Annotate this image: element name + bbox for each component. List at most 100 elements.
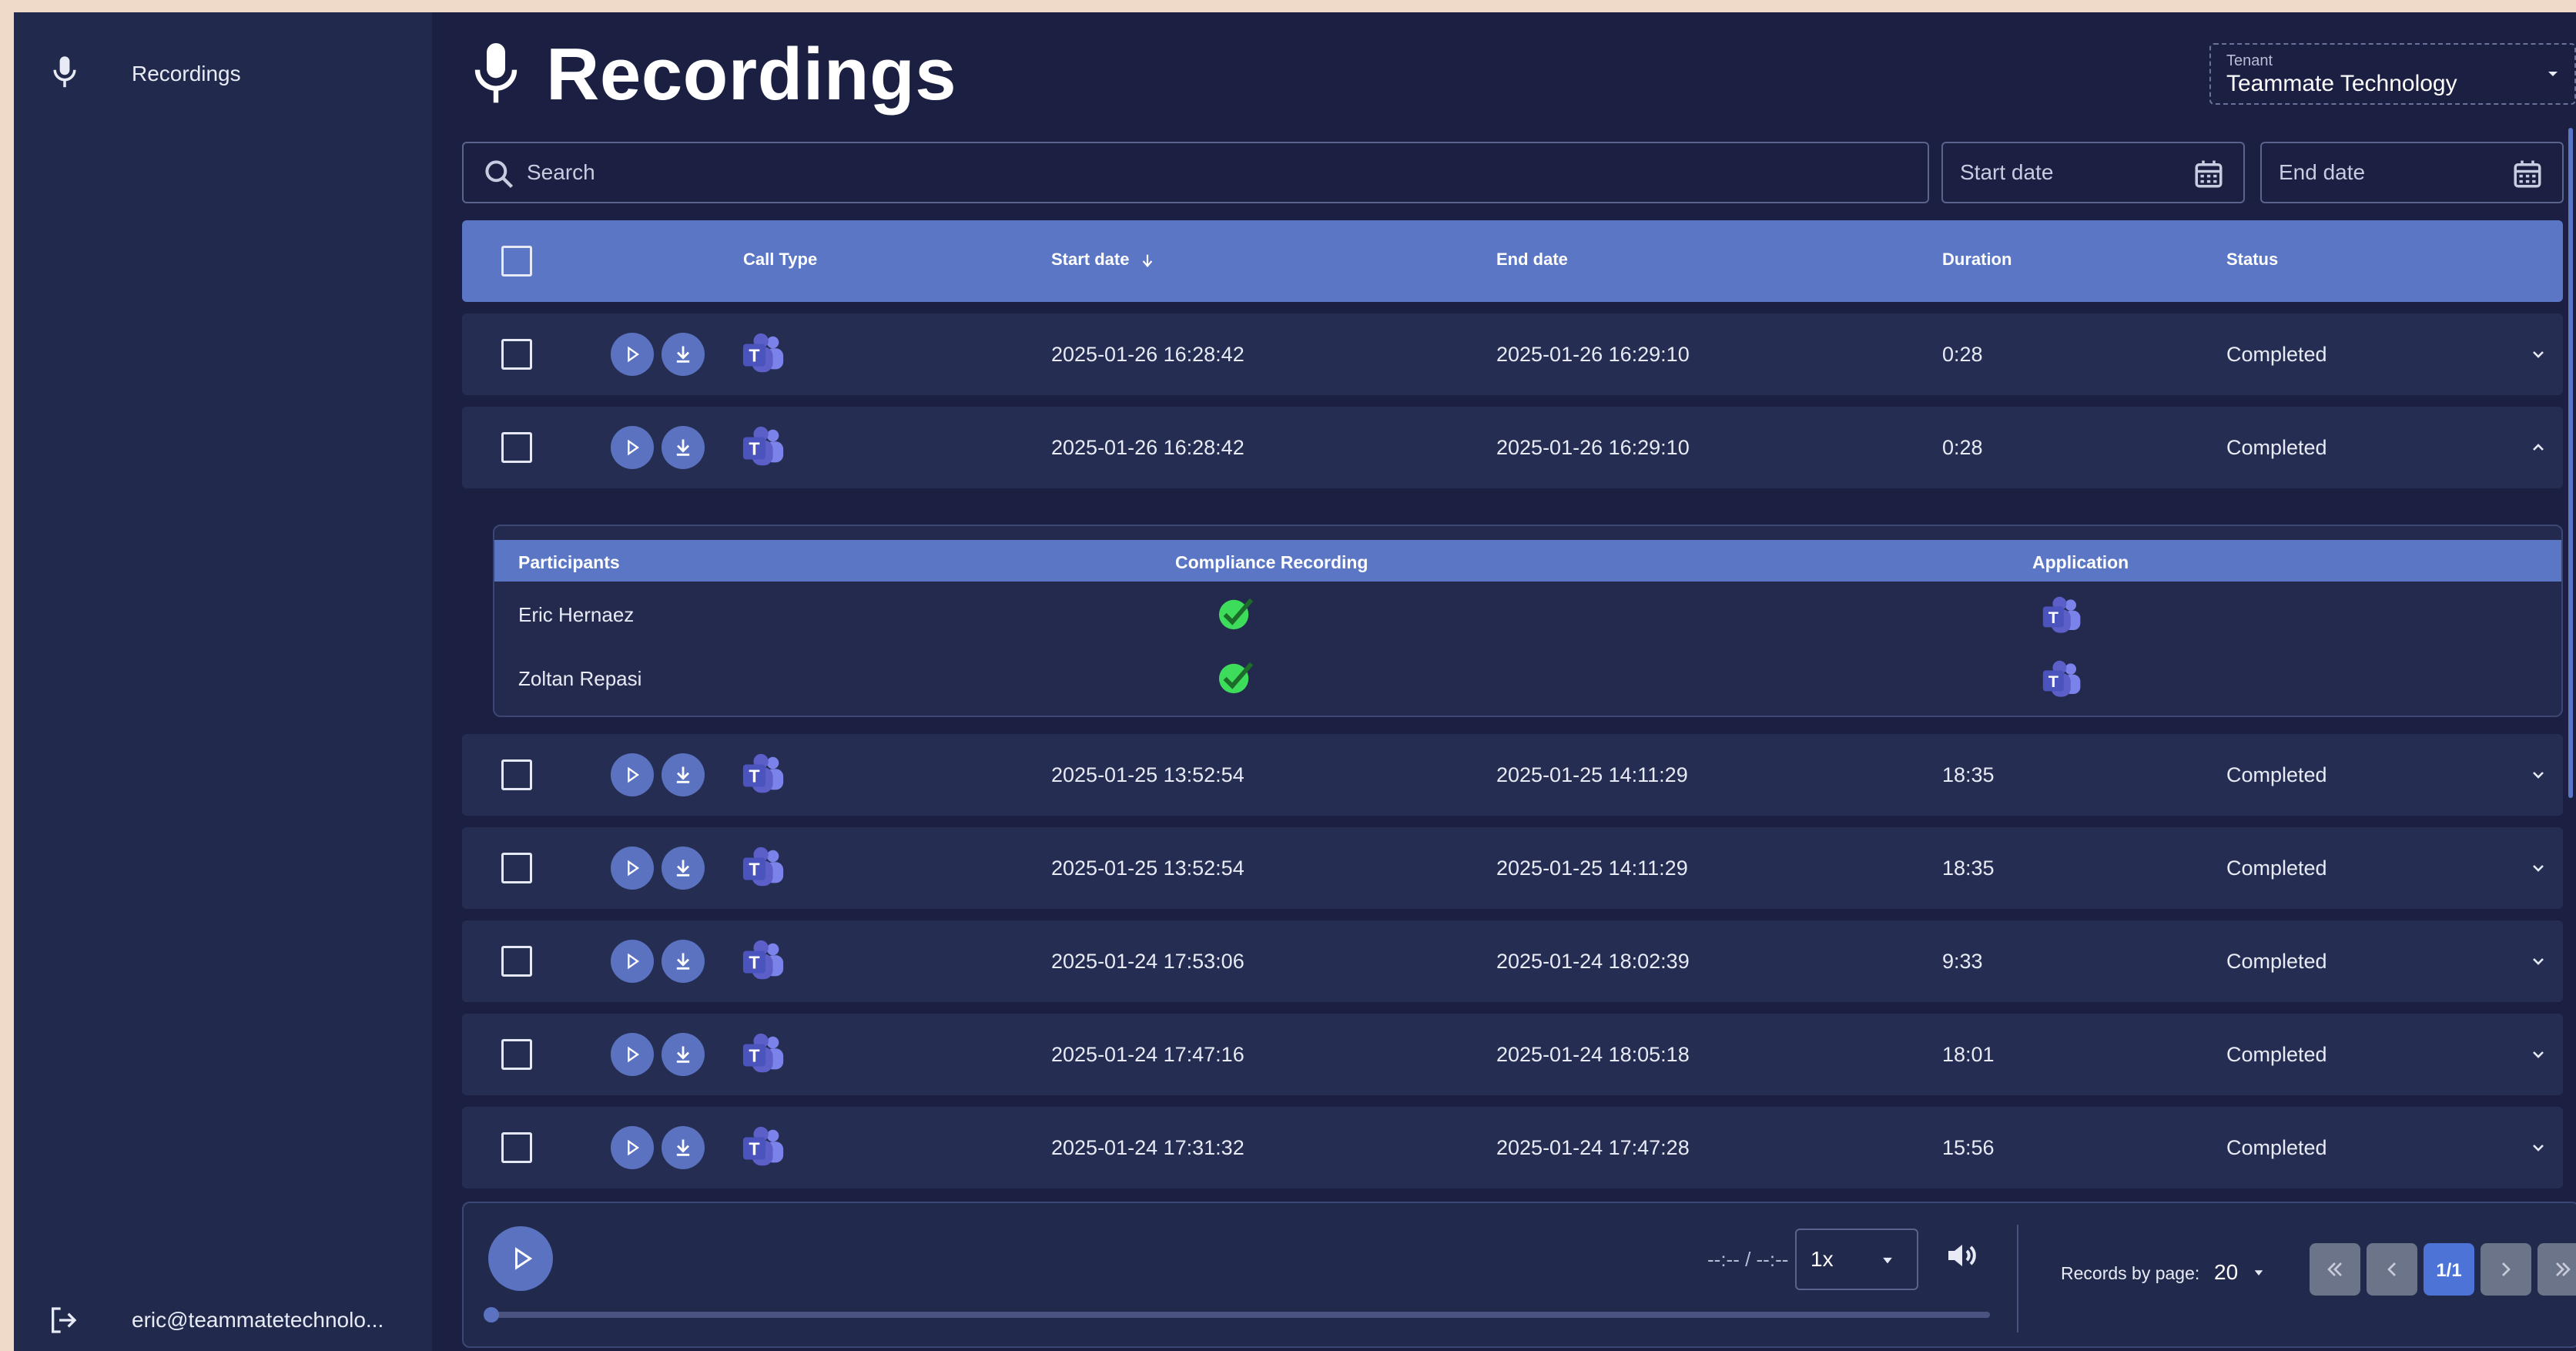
sidebar-item-recordings[interactable]: Recordings	[14, 35, 432, 112]
main-content: Recordings Tenant Teammate Technology Se…	[432, 12, 2576, 1351]
playback-speed-select[interactable]: 1x	[1795, 1229, 1918, 1290]
chevron-up-icon[interactable]	[2529, 438, 2548, 457]
volume-icon[interactable]	[1944, 1237, 1981, 1274]
scrollbar[interactable]	[2568, 128, 2573, 798]
duration-cell: 15:56	[1942, 1136, 1995, 1159]
row-checkbox[interactable]	[501, 759, 532, 790]
chevron-down-icon[interactable]	[2529, 766, 2548, 784]
download-icon	[676, 860, 690, 877]
row-checkbox[interactable]	[501, 432, 532, 463]
teams-icon: T	[742, 846, 784, 887]
sidebar-user-logout[interactable]: eric@teammatetechnolo...	[14, 1291, 432, 1345]
play-icon	[628, 860, 640, 877]
play-icon	[628, 346, 640, 363]
download-button[interactable]	[662, 1033, 705, 1076]
table-row[interactable]: T 2025-01-26 16:28:42 2025-01-26 16:29:1…	[462, 407, 2563, 488]
end-date-placeholder: End date	[2279, 160, 2366, 184]
start-date-cell: 2025-01-24 17:31:32	[1051, 1136, 1244, 1159]
start-date-field[interactable]: Start date	[1941, 142, 2245, 203]
table-row[interactable]: T 2025-01-25 13:52:54 2025-01-25 14:11:2…	[462, 827, 2563, 909]
playback-speed-value: 1x	[1811, 1247, 1834, 1271]
row-checkbox[interactable]	[501, 1039, 532, 1070]
app-window: Recordings eric@teammatetechnolo... Reco…	[14, 12, 2576, 1351]
column-end-date[interactable]: End date	[1496, 250, 1568, 270]
row-checkbox[interactable]	[501, 853, 532, 883]
chevron-down-icon[interactable]	[2529, 952, 2548, 971]
first-page-button[interactable]	[2310, 1243, 2360, 1296]
download-button[interactable]	[662, 846, 705, 890]
row-checkbox[interactable]	[501, 946, 532, 977]
microphone-icon	[474, 43, 518, 103]
teams-icon: T	[2042, 660, 2081, 697]
duration-cell: 18:35	[1942, 857, 1995, 880]
status-cell: Completed	[2226, 1043, 2327, 1066]
chevron-down-icon[interactable]	[2529, 859, 2548, 877]
calendar-icon[interactable]	[2192, 157, 2225, 191]
playback-progress-handle[interactable]	[484, 1307, 499, 1323]
records-by-page-select[interactable]: 20	[2214, 1260, 2238, 1285]
play-button[interactable]	[611, 753, 654, 796]
chevron-down-icon[interactable]	[2529, 1045, 2548, 1064]
microphone-icon	[53, 56, 76, 88]
play-button[interactable]	[611, 940, 654, 983]
tenant-select[interactable]: Tenant Teammate Technology	[2209, 43, 2576, 105]
column-start-date[interactable]: Start date	[1051, 250, 1156, 270]
table-row[interactable]: T 2025-01-25 13:52:54 2025-01-25 14:11:2…	[462, 734, 2563, 816]
play-button[interactable]	[611, 1126, 654, 1169]
column-status[interactable]: Status	[2226, 250, 2278, 270]
svg-text:T: T	[749, 1139, 759, 1159]
play-button[interactable]	[611, 333, 654, 376]
download-button[interactable]	[662, 940, 705, 983]
download-button[interactable]	[662, 753, 705, 796]
select-all-checkbox[interactable]	[501, 246, 532, 277]
caret-down-icon[interactable]	[2250, 1266, 2267, 1280]
duration-cell: 18:35	[1942, 763, 1995, 786]
download-button[interactable]	[662, 333, 705, 376]
search-input[interactable]: Search	[462, 142, 1929, 203]
play-button[interactable]	[611, 426, 654, 469]
end-date-cell: 2025-01-24 17:47:28	[1496, 1136, 1690, 1159]
end-date-cell: 2025-01-26 16:29:10	[1496, 343, 1690, 366]
end-date-field[interactable]: End date	[2260, 142, 2564, 203]
row-checkbox[interactable]	[501, 339, 532, 370]
divider	[2017, 1225, 2018, 1333]
start-date-cell: 2025-01-26 16:28:42	[1051, 436, 1244, 459]
column-call-type[interactable]: Call Type	[743, 250, 817, 270]
player-play-button[interactable]	[488, 1226, 553, 1291]
play-button[interactable]	[611, 846, 654, 890]
download-button[interactable]	[662, 1126, 705, 1169]
end-date-cell: 2025-01-24 18:02:39	[1496, 950, 1690, 973]
chevron-down-icon[interactable]	[2529, 1138, 2548, 1157]
user-email: eric@teammatetechnolo...	[132, 1308, 384, 1332]
table-row[interactable]: T 2025-01-24 17:31:32 2025-01-24 17:47:2…	[462, 1107, 2563, 1188]
playback-progress-track[interactable]	[484, 1307, 1990, 1323]
caret-down-icon	[2548, 72, 2558, 76]
row-checkbox[interactable]	[501, 1132, 532, 1163]
download-icon	[676, 766, 690, 783]
column-duration[interactable]: Duration	[1942, 250, 2012, 270]
calendar-icon[interactable]	[2511, 157, 2544, 191]
table-row[interactable]: T 2025-01-26 16:28:42 2025-01-26 16:29:1…	[462, 313, 2563, 395]
download-button[interactable]	[662, 426, 705, 469]
participants-header: Participants Compliance Recording Applic…	[494, 540, 2561, 582]
play-button[interactable]	[611, 1033, 654, 1076]
teams-icon: T	[2042, 596, 2081, 633]
previous-page-button[interactable]	[2367, 1243, 2417, 1296]
download-icon	[676, 439, 690, 456]
audio-player-bar: --:-- / --:-- 1x Records by page: 20 1/1	[462, 1202, 2576, 1348]
table-row[interactable]: T 2025-01-24 17:47:16 2025-01-24 18:05:1…	[462, 1014, 2563, 1095]
participant-row: Eric Hernaez T	[494, 583, 2561, 646]
svg-text:T: T	[749, 1046, 759, 1066]
chevron-down-icon[interactable]	[2529, 345, 2548, 364]
play-icon	[628, 766, 640, 783]
duration-cell: 0:28	[1942, 436, 1983, 459]
teams-icon: T	[742, 333, 784, 373]
current-page-label: 1/1	[2436, 1260, 2462, 1281]
last-page-button[interactable]	[2537, 1243, 2576, 1296]
current-page-button[interactable]: 1/1	[2424, 1243, 2474, 1296]
next-page-button[interactable]	[2481, 1243, 2531, 1296]
end-date-cell: 2025-01-24 18:05:18	[1496, 1043, 1690, 1066]
participant-row: Zoltan Repasi T	[494, 647, 2561, 710]
svg-text:T: T	[749, 953, 759, 973]
table-row[interactable]: T 2025-01-24 17:53:06 2025-01-24 18:02:3…	[462, 920, 2563, 1002]
